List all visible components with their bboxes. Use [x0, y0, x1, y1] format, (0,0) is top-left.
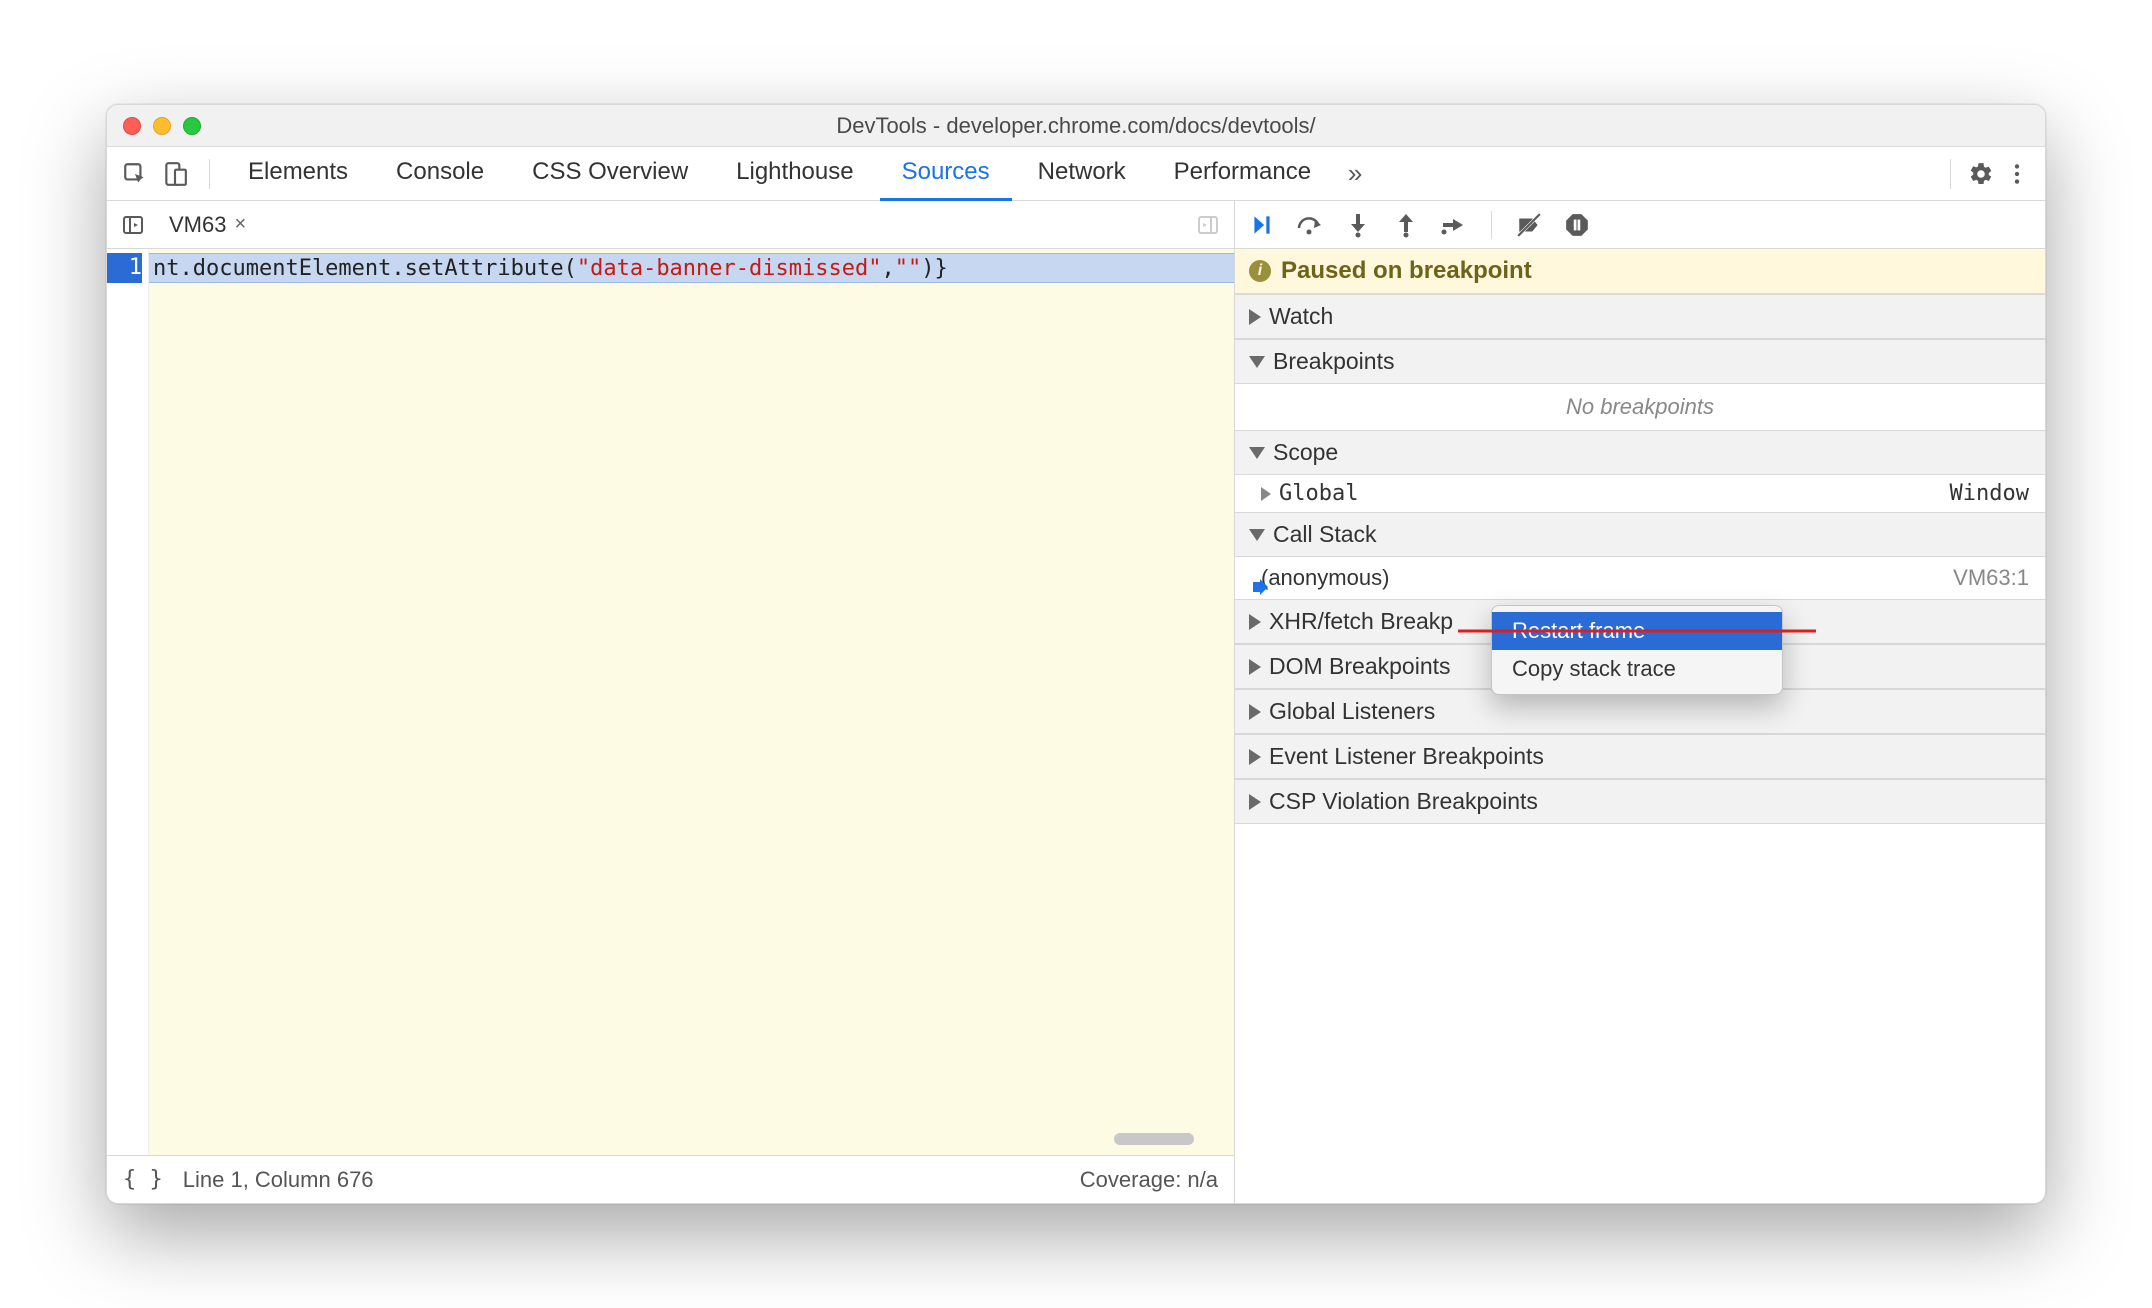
code-editor[interactable]: 1 nt.documentElement.setAttribute("data-… — [107, 249, 1234, 1155]
file-tab-vm63[interactable]: VM63 × — [161, 212, 254, 238]
chevron-right-icon — [1249, 794, 1261, 810]
panel-label: Watch — [1269, 303, 1333, 330]
tab-label: Performance — [1174, 158, 1311, 186]
resume-icon[interactable] — [1247, 210, 1277, 240]
kebab-menu-icon[interactable] — [1999, 156, 2035, 192]
close-window-button[interactable] — [123, 117, 141, 135]
horizontal-scrollbar[interactable] — [1114, 1133, 1194, 1145]
paused-banner: i Paused on breakpoint — [1235, 249, 2045, 294]
pause-on-exceptions-icon[interactable] — [1562, 210, 1592, 240]
coverage-status: Coverage: n/a — [1080, 1167, 1218, 1193]
panel-label: Global Listeners — [1269, 698, 1435, 725]
panel-label: DOM Breakpoints — [1269, 653, 1451, 680]
cursor-position: Line 1, Column 676 — [183, 1167, 374, 1193]
device-toolbar-icon[interactable] — [157, 156, 193, 192]
tab-network[interactable]: Network — [1016, 147, 1148, 201]
debugger-pane: i Paused on breakpoint Watch Breakpoints… — [1235, 201, 2045, 1203]
chevron-right-icon — [1249, 704, 1261, 720]
chevron-down-icon — [1249, 356, 1265, 368]
panel-label: XHR/fetch Breakp — [1269, 608, 1453, 635]
scope-global-row[interactable]: Global Window — [1235, 475, 2045, 512]
editor-statusbar: { } Line 1, Column 676 Coverage: n/a — [107, 1155, 1234, 1203]
panel-label: Event Listener Breakpoints — [1269, 743, 1544, 770]
tab-label: Console — [396, 158, 484, 186]
panel-label: Call Stack — [1273, 521, 1377, 548]
panel-scope[interactable]: Scope — [1235, 430, 2045, 475]
context-menu-label: Copy stack trace — [1512, 656, 1676, 681]
tab-label: Elements — [248, 158, 348, 186]
panel-csp-breakpoints[interactable]: CSP Violation Breakpoints — [1235, 779, 2045, 824]
debugger-toolbar — [1235, 201, 2045, 249]
tab-label: Sources — [902, 158, 990, 186]
window-title: DevTools - developer.chrome.com/docs/dev… — [123, 113, 2029, 139]
panel-event-listener-breakpoints[interactable]: Event Listener Breakpoints — [1235, 734, 2045, 779]
main-area: VM63 × 1 nt.documentElement.setAttribute… — [107, 201, 2045, 1203]
context-menu: Restart frame Copy stack trace — [1491, 605, 1783, 695]
paused-label: Paused on breakpoint — [1281, 257, 1532, 285]
chevron-down-icon — [1249, 447, 1265, 459]
file-tab-label: VM63 — [169, 212, 226, 238]
tab-performance[interactable]: Performance — [1152, 147, 1333, 201]
context-menu-copy-stack-trace[interactable]: Copy stack trace — [1492, 650, 1782, 688]
navigator-toggle-icon[interactable] — [115, 207, 151, 243]
panel-call-stack[interactable]: Call Stack — [1235, 512, 2045, 557]
settings-icon[interactable] — [1963, 156, 1999, 192]
context-menu-restart-frame[interactable]: Restart frame — [1492, 612, 1782, 650]
step-over-icon[interactable] — [1295, 210, 1325, 240]
tab-console[interactable]: Console — [374, 147, 506, 201]
tab-sources[interactable]: Sources — [880, 147, 1012, 201]
step-out-icon[interactable] — [1391, 210, 1421, 240]
file-tabbar: VM63 × — [107, 201, 1234, 249]
chevron-right-icon — [1249, 659, 1261, 675]
tab-lighthouse[interactable]: Lighthouse — [714, 147, 875, 201]
annotation-strike — [1458, 630, 1816, 633]
panel-label: CSP Violation Breakpoints — [1269, 788, 1538, 815]
devtools-window: DevTools - developer.chrome.com/docs/dev… — [106, 104, 2046, 1204]
maximize-window-button[interactable] — [183, 117, 201, 135]
frame-name: (anonymous) — [1261, 565, 1389, 591]
tab-label: CSS Overview — [532, 158, 688, 186]
panel-label: Scope — [1273, 439, 1338, 466]
pretty-print-icon[interactable]: { } — [123, 1167, 163, 1192]
panel-label: Breakpoints — [1273, 348, 1394, 375]
toolbar-separator — [1491, 211, 1492, 239]
scope-value: Window — [1950, 481, 2029, 506]
line-number[interactable]: 1 — [107, 253, 142, 283]
traffic-lights — [123, 117, 201, 135]
toolbar-separator — [209, 159, 210, 189]
chevron-right-icon — [1249, 309, 1261, 325]
code-content[interactable]: nt.documentElement.setAttribute("data-ba… — [149, 249, 1234, 1155]
no-breakpoints-label: No breakpoints — [1235, 384, 2045, 430]
window-titlebar: DevTools - developer.chrome.com/docs/dev… — [107, 105, 2045, 147]
tab-label: Lighthouse — [736, 158, 853, 186]
scope-label: Global — [1279, 481, 1358, 506]
snippets-toggle-icon[interactable] — [1190, 207, 1226, 243]
deactivate-breakpoints-icon[interactable] — [1514, 210, 1544, 240]
close-file-tab-icon[interactable]: × — [234, 213, 246, 236]
frame-location: VM63:1 — [1953, 565, 2029, 591]
sources-pane: VM63 × 1 nt.documentElement.setAttribute… — [107, 201, 1235, 1203]
minimize-window-button[interactable] — [153, 117, 171, 135]
tab-elements[interactable]: Elements — [226, 147, 370, 201]
devtools-toolbar: Elements Console CSS Overview Lighthouse… — [107, 147, 2045, 201]
tab-label: Network — [1038, 158, 1126, 186]
step-icon[interactable] — [1439, 210, 1469, 240]
panel-watch[interactable]: Watch — [1235, 294, 2045, 339]
panel-breakpoints[interactable]: Breakpoints — [1235, 339, 2045, 384]
toolbar-separator — [1950, 159, 1951, 189]
call-stack-frame[interactable]: (anonymous) VM63:1 — [1235, 557, 2045, 599]
code-line[interactable]: nt.documentElement.setAttribute("data-ba… — [149, 253, 1234, 283]
code-gutter: 1 — [107, 249, 149, 1155]
inspect-element-icon[interactable] — [117, 156, 153, 192]
more-tabs-icon[interactable]: » — [1337, 156, 1373, 192]
step-into-icon[interactable] — [1343, 210, 1373, 240]
chevron-right-icon — [1249, 614, 1261, 630]
panel-global-listeners[interactable]: Global Listeners — [1235, 689, 2045, 734]
chevron-right-icon — [1249, 749, 1261, 765]
chevron-right-icon — [1261, 487, 1271, 501]
chevron-down-icon — [1249, 529, 1265, 541]
tab-css-overview[interactable]: CSS Overview — [510, 147, 710, 201]
info-icon: i — [1249, 260, 1271, 282]
